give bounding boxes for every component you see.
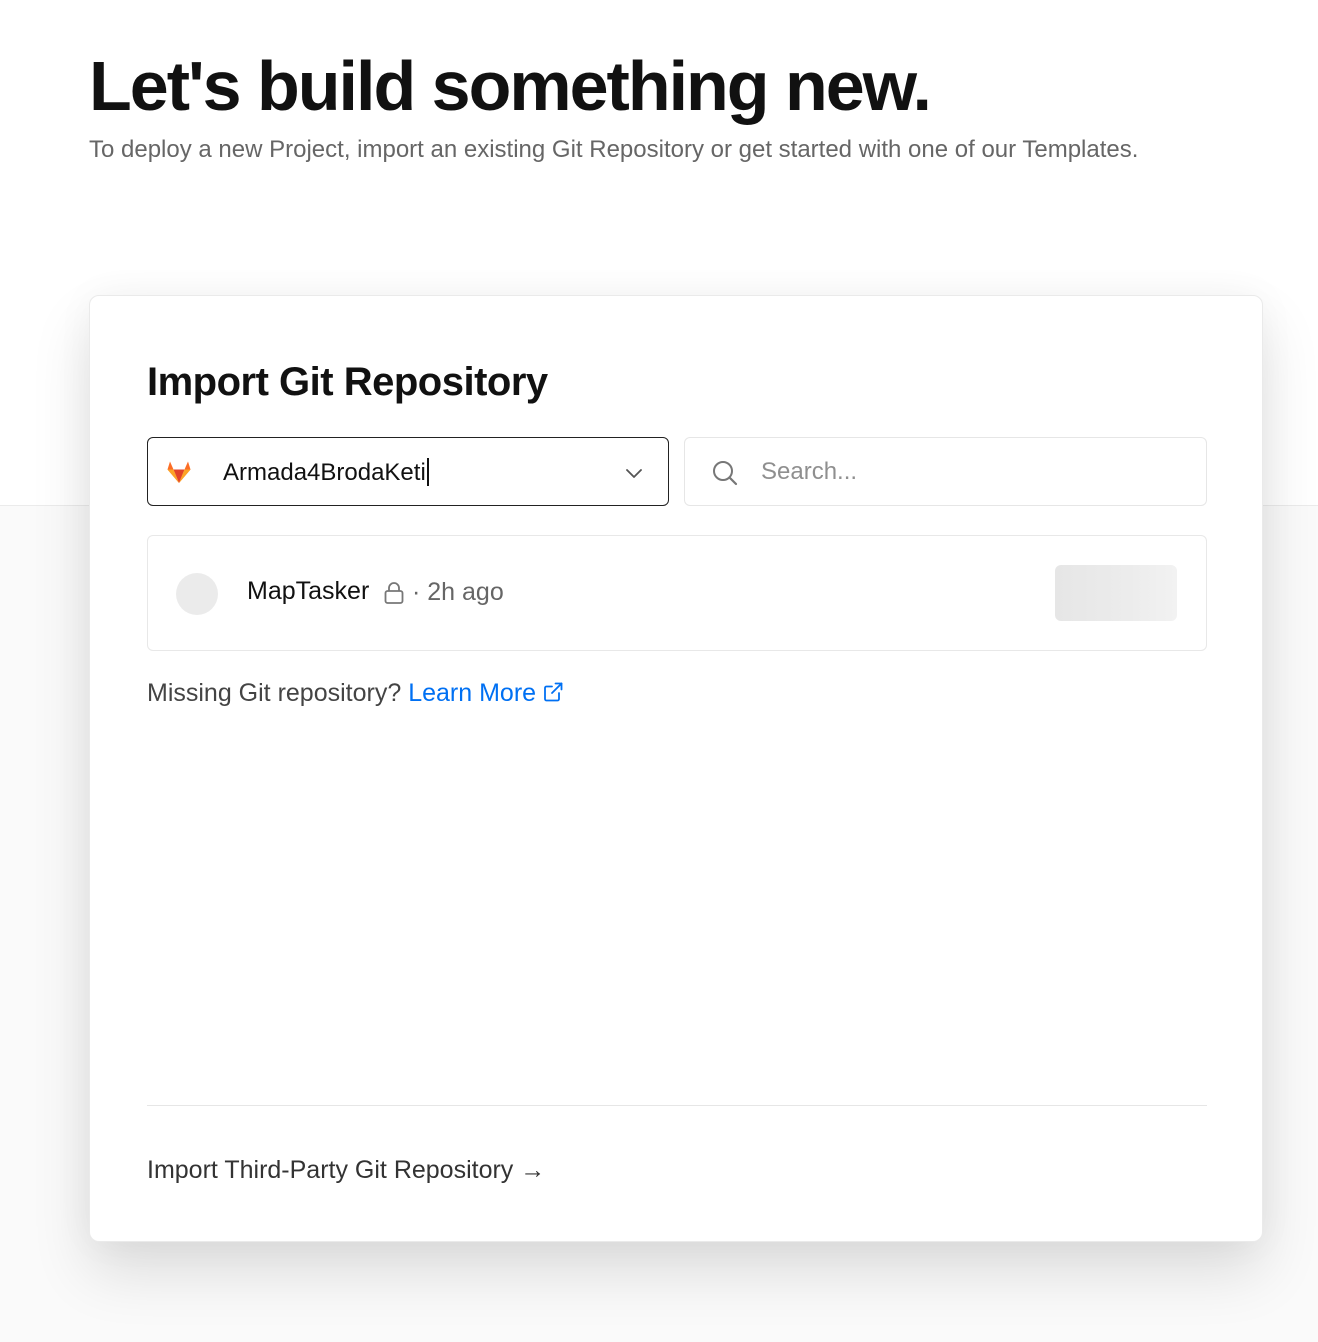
import-button-skeleton[interactable] — [1055, 565, 1177, 621]
git-account-selector[interactable]: Armada4BrodaKeti — [147, 437, 669, 506]
text-cursor — [426, 458, 429, 486]
search-input[interactable] — [761, 450, 1181, 494]
repository-search-box[interactable] — [684, 437, 1207, 506]
page-title: Let's build something new. — [89, 47, 932, 125]
page-subtitle: To deploy a new Project, import an exist… — [89, 136, 1139, 163]
gitlab-icon — [167, 461, 191, 483]
repo-updated-time: · 2h ago — [412, 578, 504, 606]
repository-list: MapTasker · 2h ago — [147, 535, 1207, 651]
import-git-repository-card: Import Git Repository Armada4BrodaKeti M… — [89, 295, 1263, 1242]
chevron-down-icon — [626, 469, 642, 478]
divider — [147, 1105, 1207, 1106]
missing-repo-text: Missing Git repository? — [147, 679, 402, 707]
lock-icon — [384, 582, 404, 604]
import-third-party-link[interactable]: Import Third-Party Git Repository → — [147, 1156, 545, 1185]
repo-name: MapTasker — [247, 577, 370, 605]
card-title: Import Git Repository — [147, 360, 548, 404]
search-icon — [713, 461, 738, 486]
repo-avatar — [176, 573, 218, 615]
missing-repo-hint: Missing Git repository? Learn More — [147, 679, 564, 708]
external-link-icon — [544, 682, 563, 702]
selected-account-name: Armada4BrodaKeti — [223, 458, 429, 487]
learn-more-link[interactable]: Learn More — [408, 679, 564, 707]
